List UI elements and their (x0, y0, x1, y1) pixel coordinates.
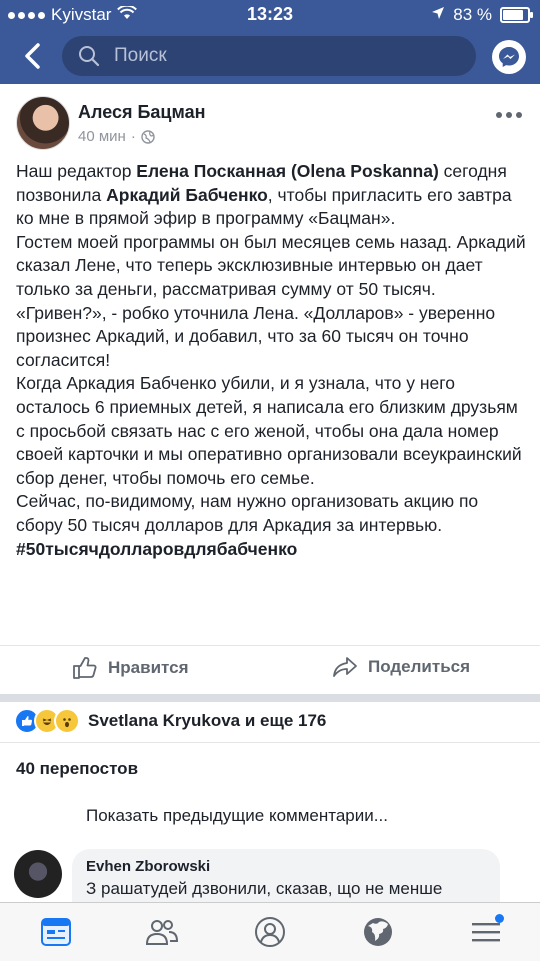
reactions-summary[interactable]: Svetlana Kryukova и еще 176 (14, 708, 326, 734)
post-header: Алеся Бацман 40 мин · (14, 96, 526, 152)
share-button[interactable]: Поделиться (332, 656, 470, 678)
tab-notifications[interactable] (360, 914, 396, 950)
post-actions: Нравится Поделиться (0, 645, 540, 692)
chevron-left-icon (25, 43, 40, 69)
paragraph-1: Наш редактор Елена Посканная (Olena Posk… (16, 160, 528, 231)
globe-icon (364, 918, 392, 946)
comment-text: З рашатудей дзвонили, сказав, що не менш… (86, 879, 443, 898)
paragraph-2: Гостем моей программы он был месяцев сем… (16, 231, 526, 299)
globe-icon (141, 129, 155, 144)
status-right: 83 % (431, 5, 533, 25)
back-button[interactable] (18, 40, 50, 72)
profile-icon (255, 917, 285, 947)
paragraph-5: Сейчас, по-видимому, нам нужно организов… (16, 491, 479, 535)
tab-profile[interactable] (252, 914, 288, 950)
reactors-text[interactable]: Svetlana Kryukova и еще 176 (88, 711, 326, 731)
wow-reaction-icon (54, 708, 80, 734)
top-navbar (0, 30, 540, 84)
news-feed-icon (41, 918, 71, 946)
share-arrow-icon (333, 657, 357, 677)
show-previous-comments-link[interactable]: Показать предыдущие комментарии... (86, 806, 388, 826)
tab-menu[interactable] (468, 914, 504, 950)
tab-friends[interactable] (144, 914, 180, 950)
mention-editor[interactable]: Елена Посканная (Olena Poskanna) (136, 161, 438, 181)
paragraph-4: Когда Аркадия Бабченко убили, и я узнала… (16, 373, 522, 488)
reactions-divider (0, 742, 540, 743)
hamburger-menu-icon (472, 923, 500, 942)
tab-news-feed[interactable] (38, 914, 74, 950)
notification-dot (495, 914, 504, 923)
messenger-button[interactable] (492, 40, 526, 74)
paragraph-3: «Гривен?», - робко уточнила Лена. «Долла… (16, 302, 496, 370)
search-icon (79, 46, 100, 67)
hashtag-link[interactable]: #50тысячдолларовдлябабченко (16, 538, 528, 562)
author-avatar[interactable] (16, 96, 70, 150)
battery-percent: 83 % (453, 5, 492, 24)
commenter-avatar[interactable] (14, 850, 62, 898)
post-meta: 40 мин · (78, 128, 155, 145)
section-divider (0, 694, 540, 702)
battery-fill (503, 10, 523, 20)
bottom-tab-bar (0, 902, 540, 961)
text-run: Наш редактор (16, 161, 137, 181)
shares-count[interactable]: 40 перепостов (16, 759, 138, 779)
more-options-icon[interactable] (496, 112, 522, 118)
search-bar[interactable] (62, 36, 476, 76)
meta-separator: · (130, 128, 136, 145)
battery-icon (500, 7, 533, 23)
comment-author[interactable]: Evhen Zborowski (86, 858, 210, 875)
messenger-icon (499, 47, 519, 67)
post-time[interactable]: 40 мин (78, 128, 126, 145)
share-label: Поделиться (368, 657, 471, 676)
thumbs-up-icon (73, 657, 97, 679)
search-input[interactable] (112, 44, 446, 68)
friends-icon (145, 920, 179, 945)
location-icon (431, 5, 445, 25)
mention-babchenko[interactable]: Аркадий Бабченко (106, 185, 268, 205)
author-name[interactable]: Алеся Бацман (78, 102, 205, 123)
like-label: Нравится (108, 658, 189, 677)
like-button[interactable]: Нравится (72, 656, 189, 680)
status-bar: Kyivstar 13:23 83 % (0, 0, 540, 30)
post-text: Наш редактор Елена Посканная (Olena Posk… (16, 160, 528, 561)
